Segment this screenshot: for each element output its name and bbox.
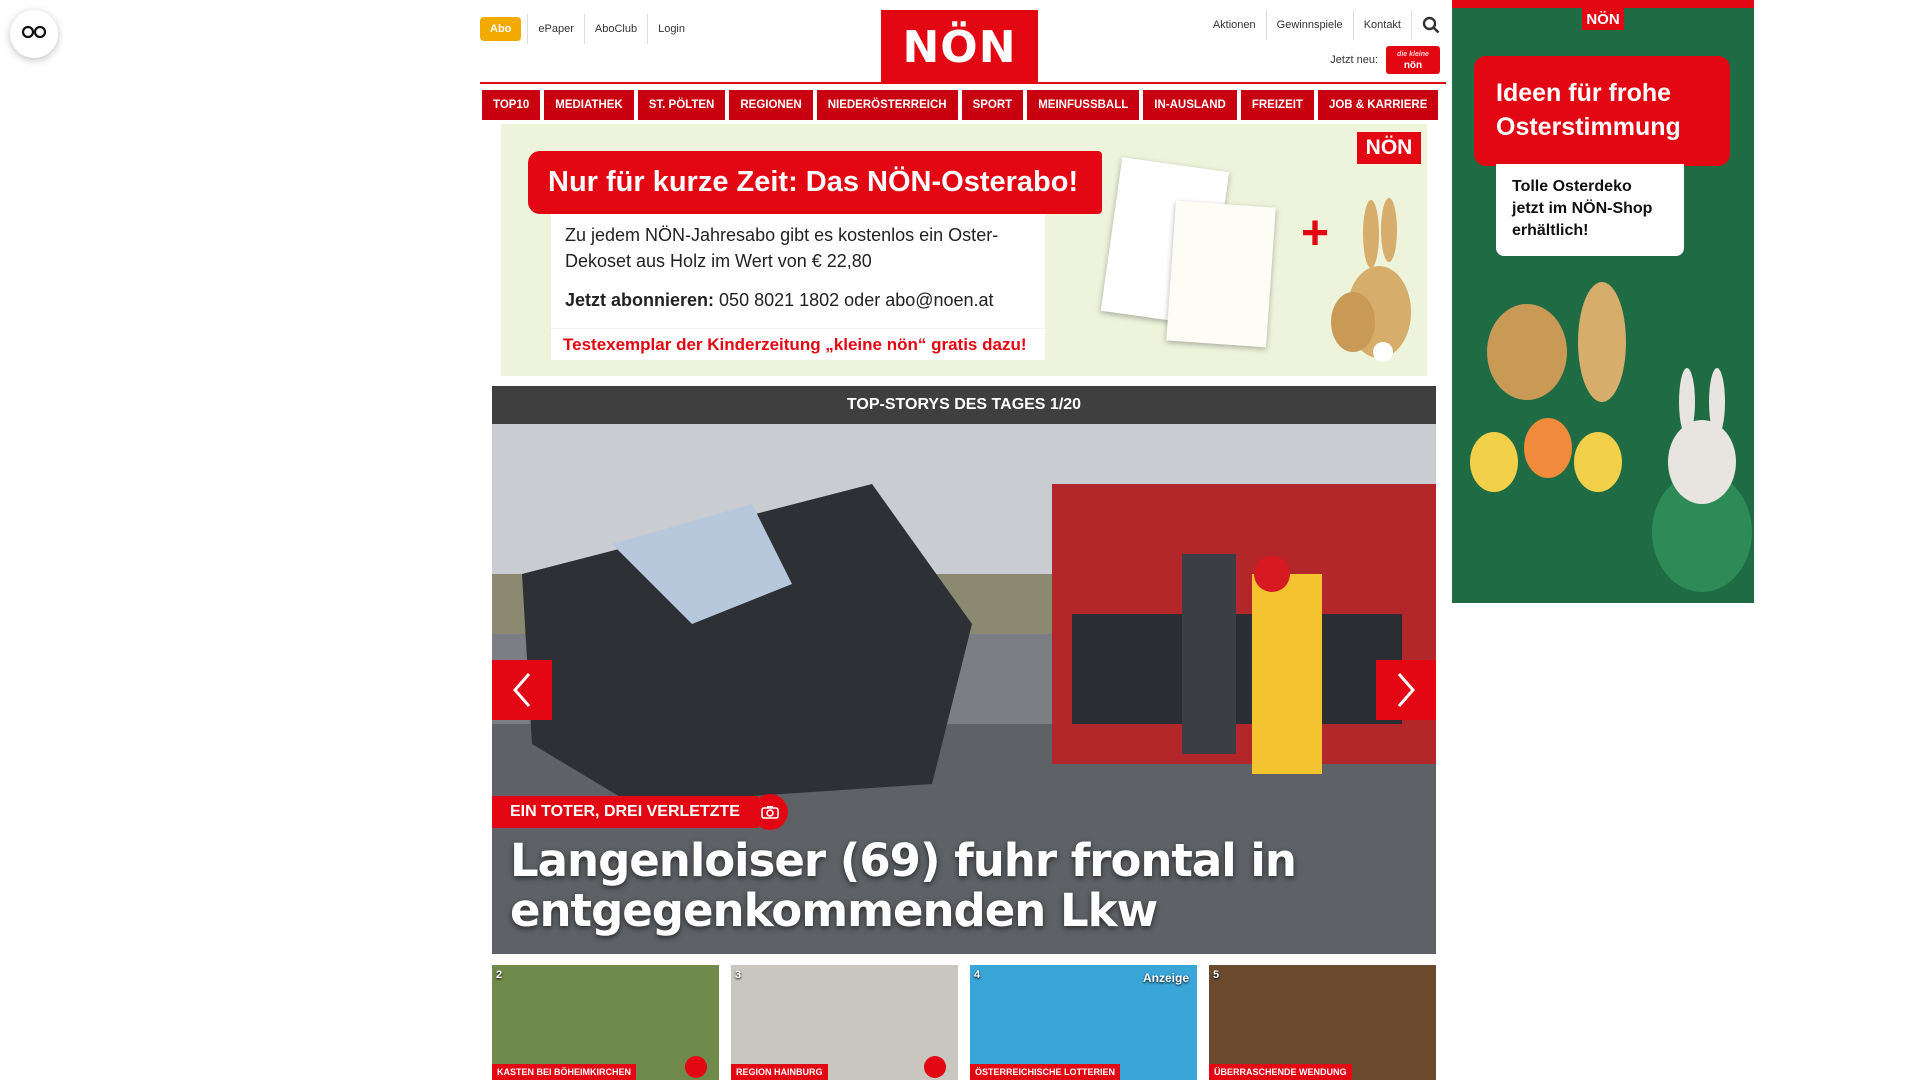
plus-sign: +	[1301, 207, 1330, 260]
glasses-icon	[21, 25, 47, 44]
top-stories-header: TOP-STORYS DES TAGES 1/20	[492, 386, 1436, 424]
thumb-number: 2	[496, 969, 503, 981]
hero-title[interactable]: Langenloiser (69) fuhr frontal in entgeg…	[510, 836, 1410, 936]
thumb-number: 5	[1213, 969, 1220, 981]
side-advertisement[interactable]: NÖN Ideen für frohe Osterstimmung Tolle …	[1452, 0, 1754, 603]
jetzt-neu-label: Jetzt neu:	[1330, 54, 1378, 66]
newspaper-image	[1100, 157, 1281, 364]
thumb-label: ÖSTERREICHISCHE LOTTERIEN	[970, 1064, 1121, 1080]
story-thumb[interactable]: 5 ÜBERRASCHENDE WENDUNG	[1209, 965, 1436, 1080]
hero-tag: EIN TOTER, DREI VERLETZTE	[492, 796, 758, 828]
ad-logo: NÖN	[1582, 8, 1624, 30]
nav-item-freizeit[interactable]: FREIZEIT	[1240, 90, 1314, 120]
jetzt-neu: Jetzt neu: die kleine nön	[1330, 46, 1440, 74]
kids-newspaper-page	[1166, 200, 1276, 348]
logo-text: NÖN	[902, 21, 1017, 73]
abo-button[interactable]: Abo	[480, 17, 522, 41]
story-thumb[interactable]: 3 REGION HAINBURG	[731, 965, 958, 1080]
site-header: Abo ePaper AboClub Login NÖN Aktionen Ge…	[480, 0, 1440, 84]
nav-item-in-ausland[interactable]: IN-AUSLAND	[1143, 90, 1237, 120]
nav-item-meinfussball[interactable]: MEINFUSSBALL	[1027, 90, 1140, 120]
login-link[interactable]: Login	[647, 14, 695, 44]
story-thumb[interactable]: 2 KASTEN BEI BÖHEIMKIRCHEN	[492, 965, 719, 1080]
aboclub-link[interactable]: AboClub	[583, 14, 647, 44]
ad-top-stripe	[1452, 0, 1754, 8]
easter-decor-image	[1470, 282, 1752, 592]
ad-subtext: Tolle Osterdeko jetzt im NÖN-Shop erhält…	[1496, 164, 1684, 256]
thumb-number: 3	[735, 969, 742, 981]
top-left-links: Abo ePaper AboClub Login	[480, 14, 695, 44]
thumb-label: REGION HAINBURG	[731, 1064, 828, 1080]
aktionen-link[interactable]: Aktionen	[1203, 10, 1267, 40]
reader-mode-button[interactable]	[10, 10, 58, 58]
promo-banner[interactable]: Nur für kurze Zeit: Das NÖN-Osterabo! Zu…	[501, 124, 1427, 376]
promo-title: Nur für kurze Zeit: Das NÖN-Osterabo!	[528, 151, 1102, 214]
nav-divider	[480, 82, 1446, 84]
nav-item-niederoesterreich[interactable]: NIEDERÖSTERREICH	[816, 90, 958, 120]
nav-item-job-karriere[interactable]: JOB & KARRIERE	[1317, 90, 1439, 120]
top-right-links: Aktionen Gewinnspiele Kontakt	[1203, 10, 1440, 40]
easter-bunny-image	[1331, 198, 1411, 362]
promo-sub: Jetzt abonnieren: 050 8021 1802 oder abo…	[565, 290, 1031, 311]
kleine-noen-logo-top: die kleine	[1397, 51, 1429, 58]
nav-item-st-poelten[interactable]: ST. PÖLTEN	[637, 90, 726, 120]
ad-badge: Anzeige	[1142, 971, 1189, 985]
nav-item-sport[interactable]: SPORT	[961, 90, 1024, 120]
hero-story[interactable]: EIN TOTER, DREI VERLETZTE Langenloiser (…	[492, 424, 1436, 954]
ad-headline: Ideen für frohe Osterstimmung	[1474, 56, 1730, 166]
site-logo[interactable]: NÖN	[881, 10, 1038, 84]
kontakt-link[interactable]: Kontakt	[1354, 10, 1412, 40]
nav-item-mediathek[interactable]: MEDIATHEK	[544, 90, 634, 120]
promo-sub-text: 050 8021 1802 oder abo@noen.at	[719, 290, 994, 310]
promo-logo: NÖN	[1357, 132, 1421, 164]
camera-icon	[924, 1056, 946, 1078]
search-icon[interactable]	[1412, 16, 1440, 34]
chevron-right-icon	[1397, 673, 1415, 707]
kleine-noen-logo-bottom: nön	[1403, 60, 1423, 71]
slider-next-button[interactable]	[1376, 660, 1436, 720]
gewinnspiele-link[interactable]: Gewinnspiele	[1267, 10, 1354, 40]
thumb-label: KASTEN BEI BÖHEIMKIRCHEN	[492, 1064, 637, 1080]
slider-prev-button[interactable]	[492, 660, 552, 720]
promo-sub-bold: Jetzt abonnieren:	[565, 290, 715, 310]
main-nav: TOP10 MEDIATHEK ST. PÖLTEN REGIONEN NIED…	[482, 90, 1446, 120]
story-thumb[interactable]: 4 Anzeige ÖSTERREICHISCHE LOTTERIEN	[970, 965, 1197, 1080]
thumb-number: 4	[974, 969, 981, 981]
thumb-label: ÜBERRASCHENDE WENDUNG	[1209, 1064, 1352, 1080]
kleine-noen-logo[interactable]: die kleine nön	[1386, 46, 1440, 74]
promo-text: Zu jedem NÖN-Jahresabo gibt es kostenlos…	[565, 225, 999, 271]
promo-red-line: Testexemplar der Kinderzeitung „kleine n…	[551, 328, 1045, 360]
epaper-link[interactable]: ePaper	[527, 14, 583, 44]
camera-icon	[685, 1056, 707, 1078]
nav-item-top10[interactable]: TOP10	[482, 90, 541, 120]
promo-body: Zu jedem NÖN-Jahresabo gibt es kostenlos…	[551, 214, 1045, 328]
story-thumbnails: 2 KASTEN BEI BÖHEIMKIRCHEN 3 REGION HAIN…	[492, 965, 1436, 1080]
nav-item-regionen[interactable]: REGIONEN	[729, 90, 813, 120]
chevron-left-icon	[513, 673, 531, 707]
camera-icon	[752, 794, 788, 830]
